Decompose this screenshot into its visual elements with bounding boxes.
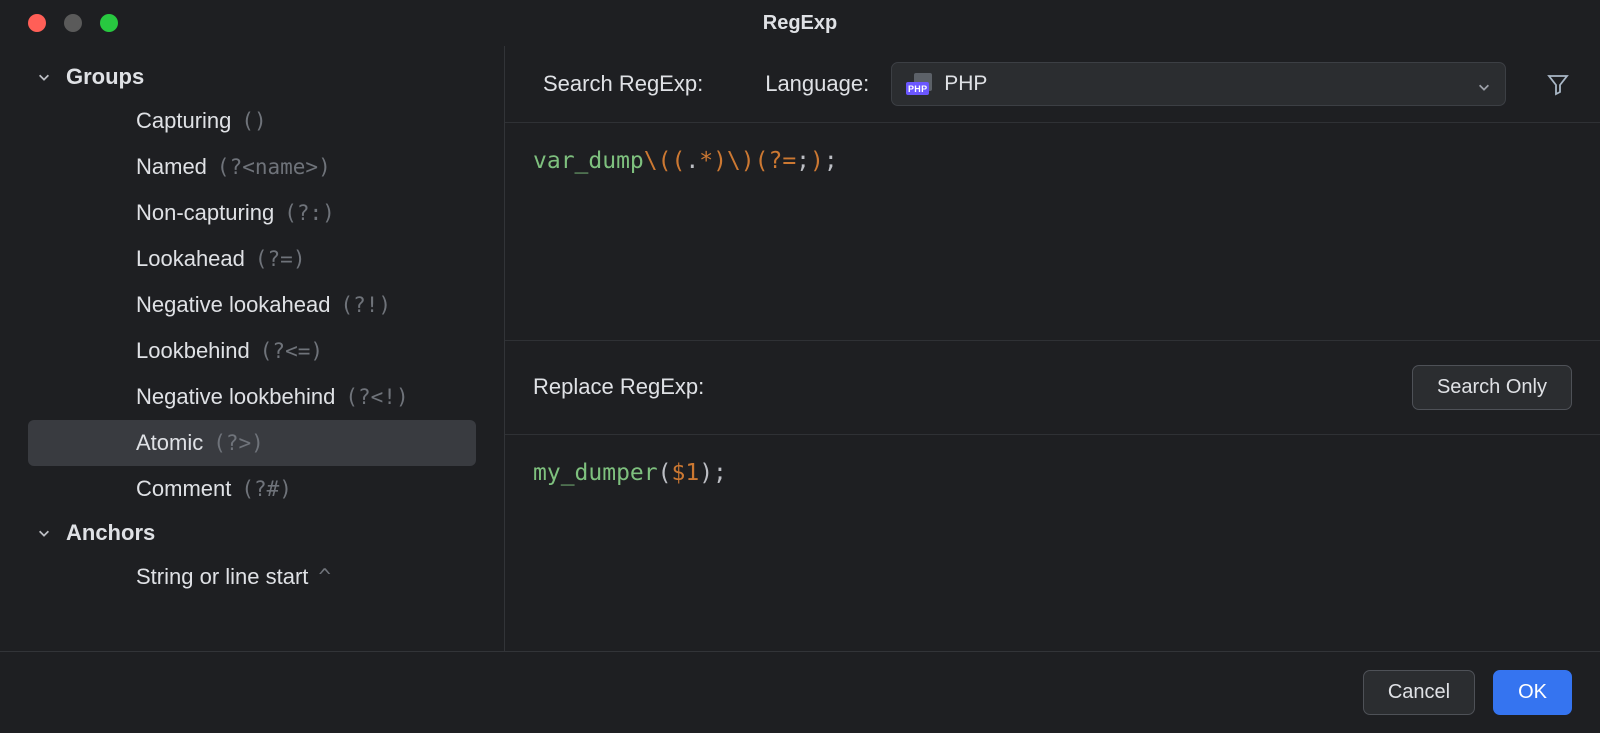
tree-item-label: Non-capturing <box>136 200 274 226</box>
tree-item-hint: () <box>241 109 266 133</box>
php-file-icon: PHP <box>906 73 932 95</box>
main-panel: Search RegExp: Language: PHP PHP var_dum… <box>505 46 1600 651</box>
tree-item-negative-lookbehind[interactable]: Negative lookbehind (?<!) <box>28 374 476 420</box>
token-literal: ; <box>824 148 838 174</box>
tree-item-label: Lookahead <box>136 246 245 272</box>
language-value: PHP <box>944 72 1465 96</box>
token-literal: ( <box>658 460 672 486</box>
token-group: ( <box>671 148 685 174</box>
replace-regexp-editor[interactable]: my_dumper($1); <box>505 435 1600 652</box>
tree-item-non-capturing[interactable]: Non-capturing (?:) <box>28 190 476 236</box>
tree-item-capturing[interactable]: Capturing () <box>28 98 476 144</box>
tree-item-hint: (?=) <box>255 247 306 271</box>
tree-item-label: String or line start <box>136 564 308 590</box>
chevron-down-icon <box>1477 77 1491 91</box>
token-identifier: my_dumper <box>533 460 658 486</box>
tree-item-negative-lookahead[interactable]: Negative lookahead (?!) <box>28 282 476 328</box>
titlebar: RegExp <box>0 0 1600 46</box>
tree-item-named[interactable]: Named (?<name>) <box>28 144 476 190</box>
chevron-down-icon <box>36 525 52 541</box>
tree-item-comment[interactable]: Comment (?#) <box>28 466 476 512</box>
tree-item-label: Capturing <box>136 108 231 134</box>
window-controls <box>0 14 118 32</box>
cancel-button[interactable]: Cancel <box>1363 670 1475 715</box>
token-literal: ; <box>796 148 810 174</box>
token-escape: \( <box>644 148 672 174</box>
group-header-anchors[interactable]: Anchors <box>0 512 504 554</box>
tree-item-hint: (?<!) <box>345 385 408 409</box>
language-label: Language: <box>765 71 869 97</box>
tree-item-lookbehind[interactable]: Lookbehind (?<=) <box>28 328 476 374</box>
search-regexp-label: Search RegExp: <box>543 71 703 97</box>
close-window-button[interactable] <box>28 14 46 32</box>
group-label: Anchors <box>66 520 155 546</box>
language-select[interactable]: PHP PHP <box>891 62 1506 106</box>
tree-item-hint: (?:) <box>284 201 335 225</box>
token-function: var_dump <box>533 148 644 174</box>
token-literal: . <box>685 148 699 174</box>
zoom-window-button[interactable] <box>100 14 118 32</box>
tree-item-label: Atomic <box>136 430 203 456</box>
token-escape: \) <box>727 148 755 174</box>
tree-item-hint: (?<name>) <box>217 155 331 179</box>
token-literal: ; <box>713 460 727 486</box>
php-chip: PHP <box>906 82 929 95</box>
search-toolbar: Search RegExp: Language: PHP PHP <box>505 46 1600 123</box>
tree-item-hint: (?#) <box>241 477 292 501</box>
token-lookahead: (?= <box>755 148 797 174</box>
replace-regexp-label: Replace RegExp: <box>533 374 1412 400</box>
tree-item-label: Lookbehind <box>136 338 250 364</box>
dialog-footer: Cancel OK <box>0 652 1600 733</box>
chevron-down-icon <box>36 69 52 85</box>
token-group: ) <box>713 148 727 174</box>
window-title: RegExp <box>0 12 1600 35</box>
reference-sidebar: Groups Capturing () Named (?<name>) Non-… <box>0 46 505 651</box>
token-backref: $1 <box>671 460 699 486</box>
group-label: Groups <box>66 64 144 90</box>
tree-item-label: Negative lookahead <box>136 292 330 318</box>
token-literal: ) <box>699 460 713 486</box>
search-regexp-editor[interactable]: var_dump\((.*)\)(?=;); <box>505 123 1600 341</box>
tree-item-label: Negative lookbehind <box>136 384 335 410</box>
search-only-button[interactable]: Search Only <box>1412 365 1572 410</box>
tree-item-hint: (?<=) <box>260 339 323 363</box>
tree-item-hint: ^ <box>318 565 331 589</box>
token-lookahead: ) <box>810 148 824 174</box>
group-header-groups[interactable]: Groups <box>0 56 504 98</box>
minimize-window-button[interactable] <box>64 14 82 32</box>
tree-item-hint: (?>) <box>213 431 264 455</box>
dialog-content: Groups Capturing () Named (?<name>) Non-… <box>0 46 1600 652</box>
replace-toolbar: Replace RegExp: Search Only <box>505 341 1600 435</box>
tree-item-lookahead[interactable]: Lookahead (?=) <box>28 236 476 282</box>
tree-item-string-start[interactable]: String or line start ^ <box>28 554 476 600</box>
tree-item-atomic[interactable]: Atomic (?>) <box>28 420 476 466</box>
ok-button[interactable]: OK <box>1493 670 1572 715</box>
token-quantifier: * <box>699 148 713 174</box>
tree-item-label: Comment <box>136 476 231 502</box>
filter-icon[interactable] <box>1544 70 1572 98</box>
tree-item-hint: (?!) <box>340 293 391 317</box>
tree-item-label: Named <box>136 154 207 180</box>
